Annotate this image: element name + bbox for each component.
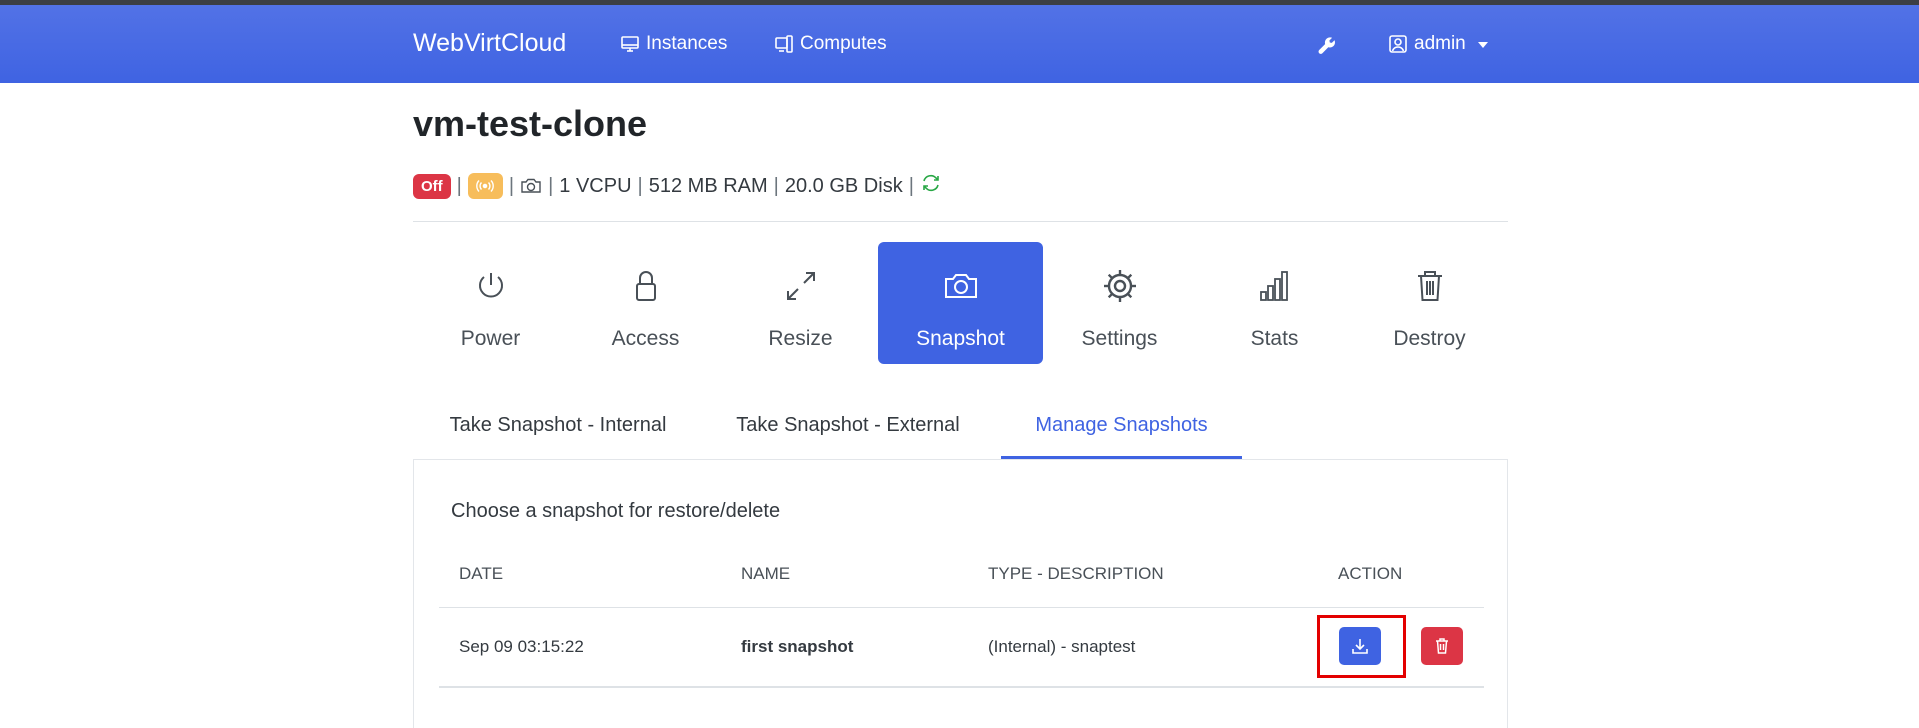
status-badge: Off	[413, 173, 451, 199]
table-row-divider	[439, 686, 1484, 688]
monitor-icon	[621, 36, 639, 52]
trash-icon	[1417, 271, 1442, 301]
separator: |	[637, 174, 643, 197]
tile-label: Power	[460, 327, 521, 350]
tile-snapshot[interactable]: Snapshot	[878, 242, 1043, 364]
nav-instances-link[interactable]: Instances	[620, 33, 727, 55]
column-header-date: DATE	[459, 564, 504, 583]
snapshot-type-description: (Internal) - snaptest	[988, 637, 1136, 656]
tile-label: Settings	[1081, 327, 1158, 350]
broadcast-icon	[476, 180, 495, 192]
refresh-button[interactable]	[920, 172, 942, 200]
column-header-action: ACTION	[1338, 564, 1403, 583]
gear-icon	[1103, 270, 1136, 302]
restore-snapshot-button[interactable]	[1339, 627, 1381, 665]
tile-access[interactable]: Access	[563, 242, 728, 364]
tab-take-snapshot-internal[interactable]: Take Snapshot - Internal	[413, 398, 703, 459]
tile-label: Stats	[1250, 327, 1299, 350]
column-header-type-description: TYPE - DESCRIPTION	[988, 564, 1164, 583]
tile-label: Access	[611, 327, 680, 350]
wrench-icon	[1318, 37, 1335, 54]
snapshot-date: Sep 09 03:15:22	[459, 637, 584, 656]
brand-link[interactable]: WebVirtCloud	[413, 29, 566, 58]
tile-label: Snapshot	[916, 327, 1005, 350]
vcpu-count: 1 VCPU	[559, 174, 632, 197]
tab-manage-snapshots[interactable]: Manage Snapshots	[1001, 398, 1242, 459]
page-title: vm-test-clone	[413, 103, 648, 144]
separator: |	[508, 174, 515, 197]
tile-settings[interactable]: Settings	[1037, 242, 1202, 364]
user-menu-label: admin	[1414, 33, 1466, 54]
table-header-divider	[439, 607, 1484, 608]
tile-label: Resize	[768, 327, 833, 350]
tile-label: Destroy	[1393, 327, 1466, 350]
delete-snapshot-button[interactable]	[1421, 627, 1463, 665]
tile-stats[interactable]: Stats	[1192, 242, 1357, 364]
power-icon	[478, 273, 503, 298]
console-badge	[467, 173, 503, 199]
trash-icon	[1436, 638, 1448, 654]
tile-power[interactable]: Power	[408, 242, 573, 364]
separator: |	[548, 174, 554, 197]
separator: |	[456, 174, 462, 197]
bar-chart-icon	[1259, 271, 1288, 301]
camera-icon	[521, 178, 541, 193]
column-header-name: NAME	[741, 564, 791, 583]
chevron-down-icon	[1477, 42, 1488, 48]
lock-icon	[635, 271, 656, 301]
separator: |	[773, 174, 779, 197]
tile-resize[interactable]: Resize	[718, 242, 883, 364]
manage-snapshots-panel: Choose a snapshot for restore/delete DAT…	[413, 459, 1508, 728]
nav-computes-link[interactable]: Computes	[774, 33, 887, 55]
camera-icon	[944, 274, 977, 298]
resize-icon	[786, 272, 815, 300]
disk-size: 20.0 GB Disk	[784, 174, 903, 197]
separator: |	[908, 174, 914, 197]
nav-instances-label: Instances	[646, 33, 728, 54]
user-menu-dropdown[interactable]: admin	[1388, 33, 1488, 55]
nav-computes-label: Computes	[800, 33, 887, 54]
ram-size: 512 MB RAM	[648, 174, 768, 197]
download-icon	[1352, 639, 1368, 654]
refresh-icon	[923, 174, 939, 192]
divider	[413, 221, 1508, 222]
instance-status-line: Off | | | 1 VCPU | 512 MB RAM | 20.0 GB …	[413, 172, 942, 200]
settings-tools-link[interactable]	[1317, 36, 1337, 56]
user-icon	[1389, 35, 1407, 53]
tile-destroy[interactable]: Destroy	[1347, 242, 1512, 364]
tab-take-snapshot-external[interactable]: Take Snapshot - External	[703, 398, 993, 459]
computes-icon	[775, 35, 793, 53]
panel-heading: Choose a snapshot for restore/delete	[451, 500, 781, 522]
snapshot-name: first snapshot	[741, 637, 854, 656]
snapshot-tabs: Take Snapshot - Internal Take Snapshot -…	[413, 398, 1508, 460]
navbar: WebVirtCloud Instances Computes admin	[0, 5, 1919, 83]
